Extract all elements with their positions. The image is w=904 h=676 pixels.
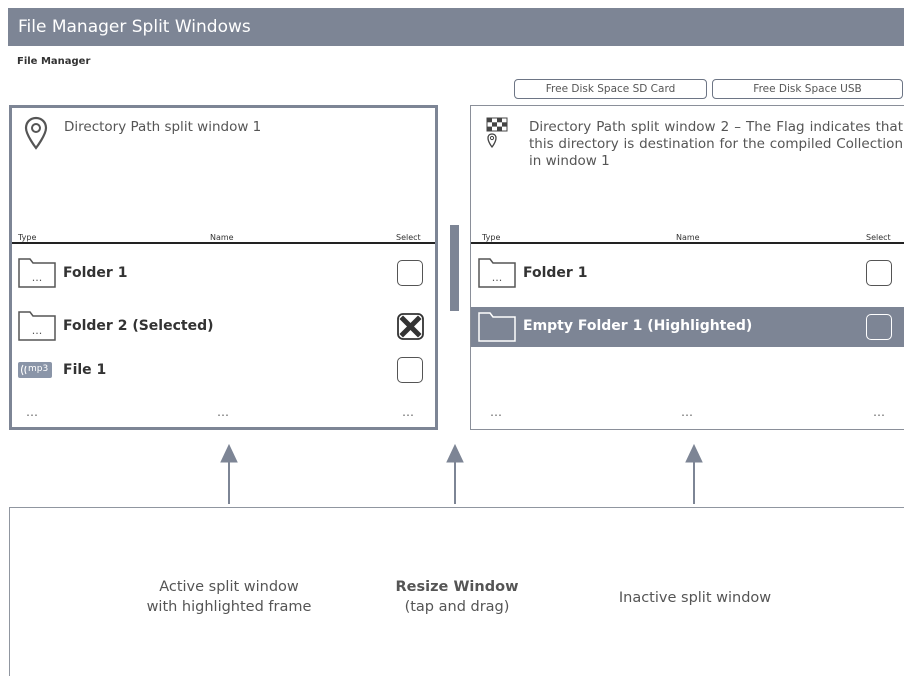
- caption-line: with highlighted frame: [146, 599, 312, 615]
- caption-line: (tap and drag): [404, 599, 510, 615]
- caption-line: Resize Window: [395, 579, 519, 595]
- caption-inactive-window: Inactive split window: [618, 590, 772, 606]
- caption-line: Active split window: [159, 579, 299, 595]
- caption-active-window: Active split window with highlighted fra…: [120, 577, 338, 617]
- caption-resize-window: Resize Window (tap and drag): [375, 577, 539, 617]
